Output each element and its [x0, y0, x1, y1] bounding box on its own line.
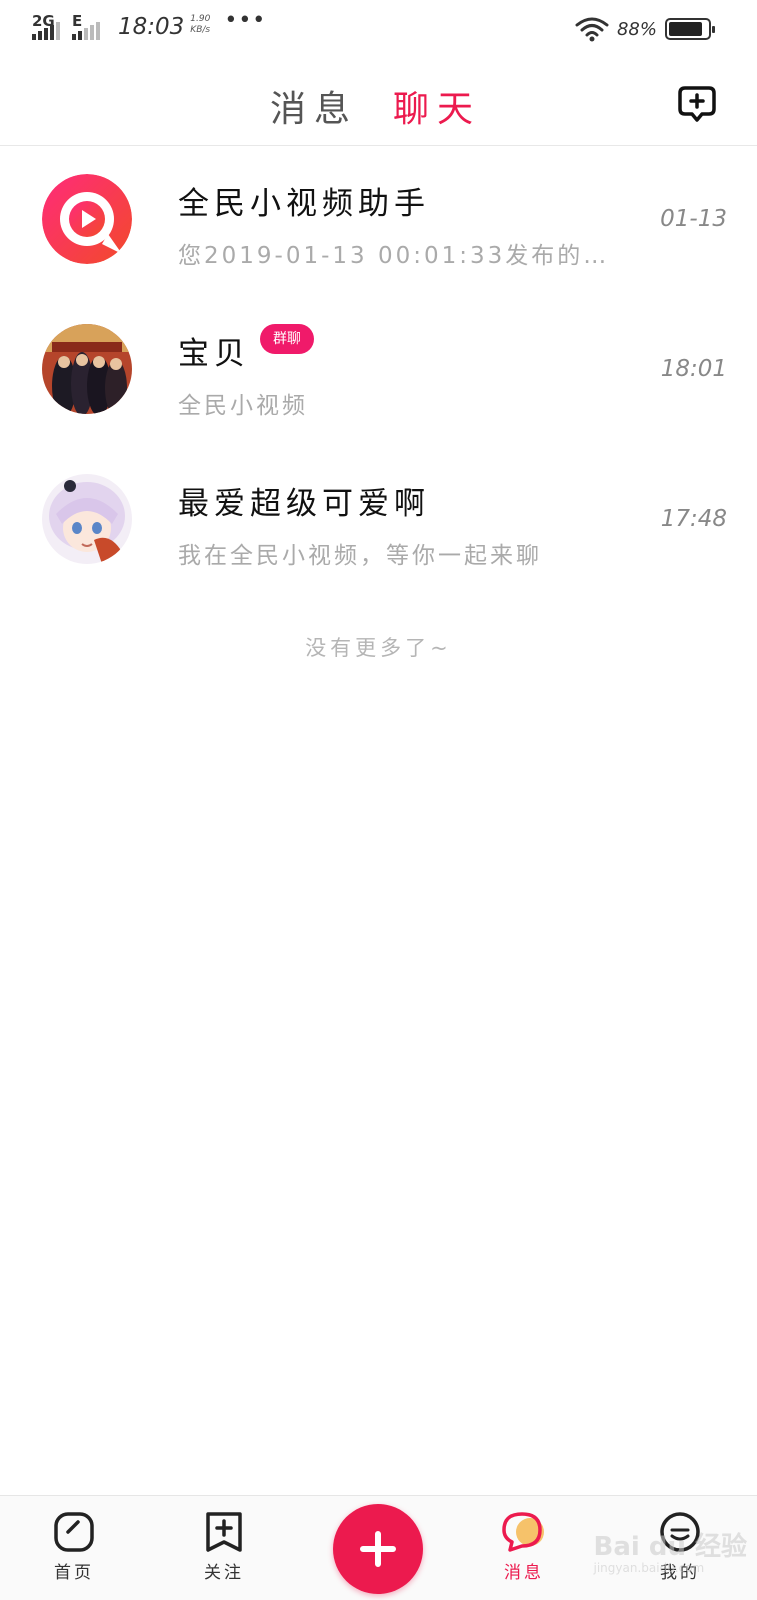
avatar	[42, 174, 132, 264]
more-notifications-icon: •••	[224, 8, 267, 33]
nav-home-label: 首页	[54, 1563, 94, 1583]
message-bubble-icon	[502, 1512, 544, 1552]
status-right: 88%	[575, 16, 715, 42]
battery-percent: 88%	[616, 18, 657, 40]
chat-preview: 全民小视频	[178, 393, 308, 419]
publish-button[interactable]	[333, 1504, 423, 1594]
chat-time: 01-13	[660, 206, 727, 232]
battery-fill	[669, 22, 703, 36]
group-chat-badge: 群聊	[260, 324, 314, 354]
status-left: 2G E 18:03 1.90 KB/s •••	[32, 8, 266, 42]
tab-messages[interactable]: 消息	[270, 80, 358, 132]
nav-follow[interactable]: 关注	[174, 1510, 274, 1583]
baidu-watermark: Bai du 经验 jingyan.baidu.com	[594, 1526, 748, 1575]
nav-home[interactable]: 首页	[24, 1510, 124, 1583]
chat-time: 17:48	[660, 506, 727, 532]
battery-icon	[665, 18, 715, 40]
no-more-label: 没有更多了~	[305, 636, 452, 660]
nav-messages-label: 消息	[504, 1563, 544, 1583]
chat-time: 18:01	[660, 356, 727, 382]
chat-list: 全民小视频助手 您2019-01-13 00:01:33发布的视频… 01-13…	[0, 146, 757, 602]
home-icon	[54, 1512, 94, 1552]
watermark-url: jingyan.baidu.com	[593, 1561, 705, 1575]
chat-item-assistant[interactable]: 全民小视频助手 您2019-01-13 00:01:33发布的视频… 01-13	[0, 146, 757, 298]
chat-item-group[interactable]: 宝贝 群聊 全民小视频 18:01	[0, 298, 757, 450]
chat-item-contact[interactable]: 最爱超级可爱啊 我在全民小视频，等你一起来聊 17:48	[0, 450, 757, 602]
bottom-nav: 首页 关注 消息 我的 Bai du 经验 jingyan.baidu.com	[0, 1495, 757, 1600]
signal-1: 2G	[32, 12, 66, 42]
avatar	[42, 324, 132, 414]
status-bar: 2G E 18:03 1.90 KB/s ••• 88%	[0, 0, 757, 60]
add-chat-bubble-icon	[678, 86, 716, 122]
status-time: 18:03	[118, 14, 185, 40]
chat-preview: 我在全民小视频，等你一起来聊	[178, 543, 542, 569]
new-chat-button[interactable]	[677, 84, 717, 124]
app-logo-icon	[42, 174, 132, 264]
bookmark-add-icon	[206, 1512, 242, 1552]
group-photo-icon	[42, 324, 132, 414]
chat-name: 全民小视频助手	[178, 186, 430, 222]
chat-name: 宝贝	[178, 336, 250, 372]
speed-unit: KB/s	[190, 25, 211, 35]
tab-chat[interactable]: 聊天	[393, 80, 481, 132]
signal-bars-icon	[72, 22, 100, 40]
wifi-icon	[575, 17, 609, 42]
chat-preview: 您2019-01-13 00:01:33发布的视频…	[178, 243, 618, 269]
header: 消息 聊天	[0, 60, 757, 146]
anime-girl-avatar-icon	[42, 474, 132, 564]
avatar	[42, 474, 132, 564]
nav-messages[interactable]: 消息	[474, 1510, 574, 1583]
network-speed: 1.90 KB/s	[190, 14, 210, 36]
signal-2: E	[72, 12, 106, 42]
watermark-text: Bai du 经验	[593, 1532, 748, 1562]
chat-name: 最爱超级可爱啊	[178, 486, 430, 522]
plus-icon	[360, 1531, 396, 1567]
speed-value: 1.90	[190, 14, 211, 24]
nav-follow-label: 关注	[204, 1563, 244, 1583]
signal-bars-icon	[32, 22, 60, 40]
